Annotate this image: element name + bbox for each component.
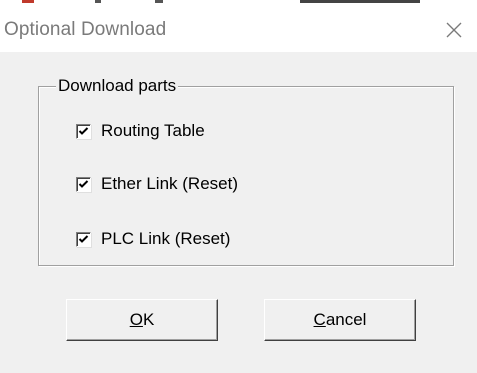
routing-table-checkbox[interactable] — [76, 123, 91, 139]
ether-link-label: Ether Link (Reset) — [101, 174, 238, 193]
background-fragment — [155, 0, 163, 3]
plc-link-label: PLC Link (Reset) — [101, 229, 231, 248]
checkmark-icon — [78, 234, 89, 243]
background-fragment — [95, 0, 101, 3]
checkmark-icon — [78, 179, 89, 188]
groupbox-legend: Download parts — [56, 76, 179, 96]
ok-label-rest: K — [142, 310, 155, 329]
background-window-strip — [0, 0, 477, 8]
ether-link-checkbox-row[interactable]: Ether Link (Reset) — [76, 174, 238, 194]
close-button[interactable] — [431, 8, 477, 52]
routing-table-label: Routing Table — [101, 121, 205, 140]
background-fragment — [300, 0, 420, 3]
background-fragment — [22, 0, 34, 3]
routing-table-checkbox-row[interactable]: Routing Table — [76, 121, 205, 141]
dialog-title: Optional Download — [4, 19, 167, 40]
cancel-mnemonic: C — [313, 310, 326, 329]
cancel-label-rest: ancel — [325, 310, 367, 329]
ok-button[interactable]: OK — [66, 299, 218, 341]
close-icon — [446, 22, 462, 38]
ether-link-checkbox[interactable] — [76, 176, 91, 192]
ok-mnemonic: O — [129, 310, 143, 329]
plc-link-checkbox-row[interactable]: PLC Link (Reset) — [76, 229, 230, 249]
checkmark-icon — [78, 126, 89, 135]
title-bar[interactable]: Optional Download — [0, 8, 477, 52]
plc-link-checkbox[interactable] — [76, 231, 91, 247]
cancel-button[interactable]: Cancel — [264, 299, 416, 341]
